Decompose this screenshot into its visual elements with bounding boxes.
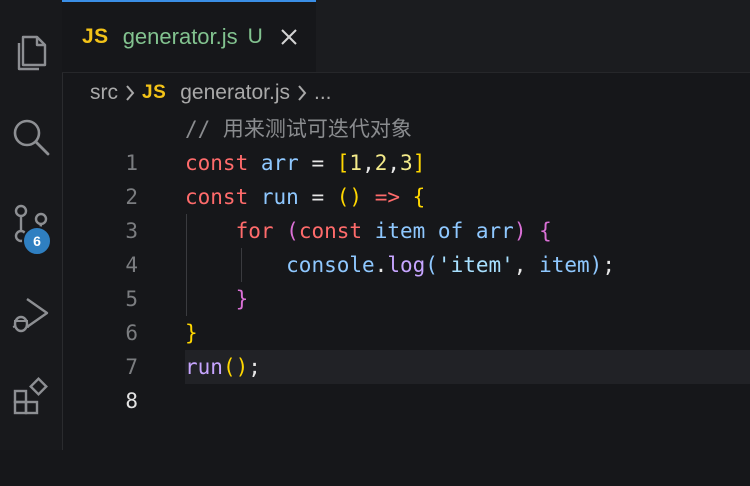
bracket: () bbox=[222, 355, 249, 379]
keyword: const bbox=[185, 151, 249, 175]
number: 2 bbox=[374, 151, 388, 175]
number: 1 bbox=[349, 151, 363, 175]
code-line[interactable]: 2 const arr = [1,2,3] bbox=[62, 146, 750, 209]
explorer-button[interactable] bbox=[0, 20, 62, 82]
javascript-file-icon: JS bbox=[82, 25, 109, 48]
code-line[interactable]: 3 const run = () => { bbox=[62, 180, 750, 243]
identifier: run bbox=[260, 185, 299, 209]
bracket: () bbox=[336, 185, 363, 209]
punctuation: , bbox=[387, 151, 401, 175]
source-control-badge: 6 bbox=[22, 226, 52, 256]
arrow-operator: => bbox=[362, 185, 413, 209]
keyword: for bbox=[235, 219, 274, 243]
tab-generator-js[interactable]: JS generator.js U bbox=[62, 0, 316, 72]
number: 3 bbox=[400, 151, 413, 175]
punctuation: ; bbox=[602, 253, 615, 277]
keyword: const bbox=[298, 219, 363, 243]
bracket: { bbox=[539, 219, 552, 243]
identifier: item bbox=[539, 253, 590, 277]
search-button[interactable] bbox=[0, 106, 62, 168]
breadcrumb-file[interactable]: generator.js bbox=[180, 81, 290, 105]
keyword: const bbox=[185, 185, 249, 209]
breadcrumb: src JS generator.js ... bbox=[90, 76, 332, 110]
punctuation: , bbox=[362, 151, 375, 175]
run-debug-icon bbox=[12, 298, 49, 333]
bracket: ) bbox=[513, 219, 527, 243]
extensions-icon bbox=[13, 377, 48, 415]
run-debug-button[interactable] bbox=[0, 282, 62, 344]
search-icon bbox=[13, 119, 50, 156]
chevron-right-icon bbox=[124, 83, 136, 103]
bracket: ( bbox=[273, 219, 299, 243]
identifier: arr bbox=[475, 219, 514, 243]
punctuation: ; bbox=[248, 355, 261, 379]
files-icon bbox=[17, 35, 47, 71]
identifier: arr bbox=[260, 151, 299, 175]
line-number: 8 bbox=[125, 389, 138, 413]
code-line[interactable]: 5 console.log('item', item); bbox=[62, 248, 750, 311]
code-line[interactable]: 1 // 用来测试可迭代对象 bbox=[62, 112, 750, 175]
extensions-button[interactable] bbox=[0, 366, 62, 428]
operator: = bbox=[298, 151, 337, 175]
close-icon bbox=[281, 29, 297, 45]
operator: = bbox=[298, 185, 337, 209]
activity-bar: 6 bbox=[0, 0, 63, 450]
punctuation: , bbox=[513, 253, 540, 277]
bracket: { bbox=[412, 185, 426, 209]
punctuation: . bbox=[374, 253, 388, 277]
code-editor[interactable]: 1 // 用来测试可迭代对象 2 const arr = [1,2,3] 3 c… bbox=[62, 112, 750, 450]
tab-file-name: generator.js bbox=[122, 24, 238, 49]
string: 'item' bbox=[437, 253, 514, 277]
identifier: console bbox=[286, 253, 375, 277]
untracked-status: U bbox=[247, 25, 263, 48]
bracket: } bbox=[235, 287, 249, 311]
comment: // 用来测试可迭代对象 bbox=[185, 117, 412, 141]
bracket: } bbox=[185, 321, 198, 345]
breadcrumb-more[interactable]: ... bbox=[314, 81, 332, 105]
breadcrumb-folder[interactable]: src bbox=[90, 81, 118, 105]
identifier: item bbox=[374, 219, 426, 243]
bracket: ( bbox=[425, 253, 438, 277]
keyword: of bbox=[437, 219, 464, 243]
tab-bar: JS generator.js U bbox=[62, 0, 750, 73]
chevron-right-icon bbox=[296, 83, 308, 103]
bracket: ] bbox=[412, 151, 426, 175]
javascript-file-icon: JS bbox=[142, 82, 167, 103]
bracket: ) bbox=[589, 253, 603, 277]
code-line[interactable]: 4 for (const item of arr) { bbox=[62, 214, 750, 277]
bracket: [ bbox=[336, 151, 350, 175]
function-name: log bbox=[387, 253, 426, 277]
code-line[interactable]: 6 } bbox=[62, 282, 750, 345]
code-line-current[interactable]: 8 run(); bbox=[62, 350, 750, 413]
code-line[interactable]: 7 } bbox=[62, 316, 750, 379]
close-tab-button[interactable] bbox=[279, 27, 299, 47]
function-name: run bbox=[185, 355, 223, 379]
